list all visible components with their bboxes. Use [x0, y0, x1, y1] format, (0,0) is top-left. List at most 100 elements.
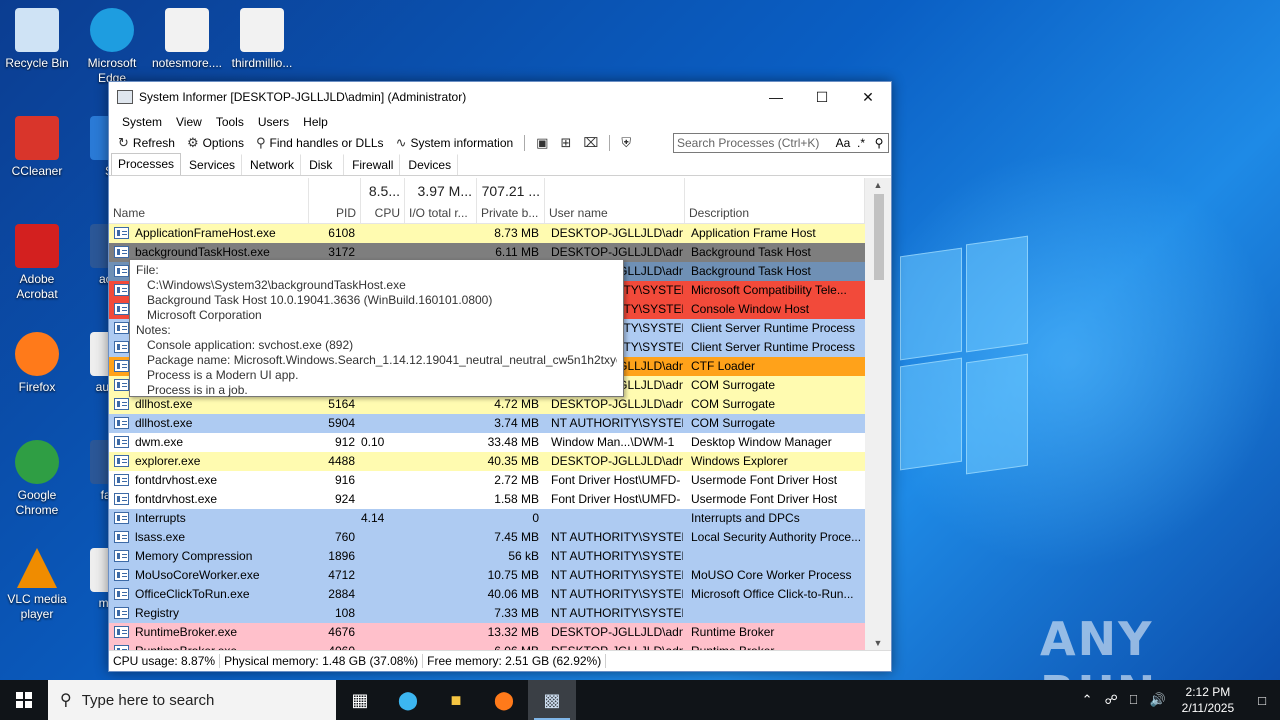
column-private-bytes[interactable]: 707.21 ... Private b...: [477, 178, 545, 224]
taskbar-firefox[interactable]: ⬤: [480, 680, 528, 720]
tab-firewall[interactable]: Firewall: [345, 154, 401, 175]
tab-processes[interactable]: Processes: [111, 153, 182, 175]
process-list: ⌃ Name PID 8.5... CPU 3.97 M... I/O tota…: [109, 178, 865, 650]
cell-priv: 6.06 MB: [477, 642, 539, 650]
cell-pid: 4676: [328, 625, 355, 639]
notifications-icon[interactable]: □: [1244, 693, 1280, 708]
table-row[interactable]: Interrupts 4.14 0 Interrupts and DPCs: [109, 509, 865, 528]
regex-button[interactable]: .*: [852, 136, 870, 150]
menu-system[interactable]: System: [115, 115, 169, 129]
taskbar-system-informer[interactable]: ▩: [528, 680, 576, 720]
tab-devices[interactable]: Devices: [401, 154, 459, 175]
table-row[interactable]: Memory Compression 1896 56 kB NT AUTHORITY\…: [109, 547, 865, 566]
menu-users[interactable]: Users: [251, 115, 296, 129]
desktop-icon[interactable]: Microsoft Edge: [75, 8, 149, 86]
security-button[interactable]: ⛨: [616, 133, 636, 153]
table-row[interactable]: explorer.exe 4488 40.35 MB DESKTOP-JGLLJLD\…: [109, 452, 865, 471]
taskbar-file-explorer[interactable]: ■: [432, 680, 480, 720]
desktop-icon[interactable]: notesmore....: [150, 8, 224, 71]
cell-cpu: 4.14: [361, 511, 385, 525]
tab-network[interactable]: Network: [243, 154, 302, 175]
table-row[interactable]: fontdrvhost.exe 916 2.72 MB Font Driver Hos…: [109, 471, 865, 490]
volume-icon[interactable]: 🔊: [1143, 692, 1171, 708]
tray-device-icon[interactable]: ☍: [1098, 692, 1123, 708]
desktop-icon[interactable]: thirdmillio...: [225, 8, 299, 71]
tab-services[interactable]: Services: [182, 154, 243, 175]
desktop-icon[interactable]: CCleaner: [0, 116, 74, 179]
cell-user: Font Driver Host\UMFD-: [551, 473, 681, 487]
task-view-button[interactable]: ▦: [336, 680, 384, 720]
table-row[interactable]: dllhost.exe 5904 3.74 MB NT AUTHORITY\SYSTE…: [109, 414, 865, 433]
menu-view[interactable]: View: [169, 115, 209, 129]
start-button[interactable]: [0, 680, 48, 720]
tray-overflow-icon[interactable]: ⌃: [1076, 692, 1099, 708]
process-tooltip: File: C:\Windows\System32\backgroundTask…: [129, 259, 624, 397]
vertical-scrollbar[interactable]: ▲ ▼: [865, 178, 891, 650]
tab-strip: Processes Services Network Disk Firewall…: [109, 153, 891, 176]
table-row[interactable]: MoUsoCoreWorker.exe 4712 10.75 MB NT AUTHOR…: [109, 566, 865, 585]
find-handles-button[interactable]: ⚲ Find handles or DLLs: [251, 133, 389, 153]
title-bar[interactable]: System Informer [DESKTOP-JGLLJLD\admin] …: [109, 82, 891, 112]
show-window-button[interactable]: ▣: [531, 133, 553, 153]
ccleaner-icon: [15, 116, 59, 160]
tooltip-version: Background Task Host 10.0.19041.3636 (Wi…: [147, 293, 493, 307]
cell-desc: COM Surrogate: [691, 416, 776, 430]
column-description[interactable]: Description: [685, 178, 865, 224]
menu-tools[interactable]: Tools: [209, 115, 251, 129]
minimize-button[interactable]: —: [753, 82, 799, 112]
cell-priv: 7.45 MB: [494, 530, 539, 544]
column-private-label: Private b...: [481, 206, 539, 220]
cell-user: NT AUTHORITY\SYSTEM: [551, 549, 683, 563]
column-name[interactable]: ⌃ Name: [109, 178, 309, 224]
maximize-button[interactable]: ☐: [799, 82, 845, 112]
find-window-icon: ⊞: [560, 135, 572, 150]
taskbar-edge[interactable]: ⬤: [384, 680, 432, 720]
table-row[interactable]: OfficeClickToRun.exe 2884 40.06 MB NT AUTHO…: [109, 585, 865, 604]
find-window-button[interactable]: ⊞: [555, 133, 576, 153]
table-row[interactable]: dwm.exe 912 0.10 33.48 MB Window Man...\DWM-…: [109, 433, 865, 452]
scroll-thumb[interactable]: [874, 194, 884, 280]
column-description-label: Description: [689, 206, 750, 220]
options-button[interactable]: ⚙ Options: [182, 133, 249, 153]
desktop-icon-label: Google Chrome: [15, 488, 59, 517]
menu-help[interactable]: Help: [296, 115, 335, 129]
column-io[interactable]: 3.97 M... I/O total r...: [405, 178, 477, 224]
table-row[interactable]: ApplicationFrameHost.exe 6108 8.73 MB DESKT…: [109, 224, 865, 243]
column-user-name[interactable]: User name: [545, 178, 685, 224]
process-icon: [114, 455, 129, 467]
cell-desc: COM Surrogate: [691, 397, 776, 411]
scroll-down-icon[interactable]: ▼: [865, 638, 891, 648]
table-row[interactable]: RuntimeBroker.exe4060 6.06 MB DESKTOP-JGLL…: [109, 642, 865, 650]
table-row[interactable]: lsass.exe 760 7.45 MB NT AUTHORITY\SYSTEM Lo…: [109, 528, 865, 547]
search-processes-input[interactable]: Search Processes (Ctrl+K) Aa .* ⚲: [673, 133, 889, 153]
desktop-icon[interactable]: Firefox: [0, 332, 74, 395]
cell-desc: Local Security Authority Proce...: [691, 530, 862, 544]
gear-icon: ⚙: [186, 135, 199, 150]
cell-priv: 40.35 MB: [487, 454, 539, 468]
desktop-icon[interactable]: Adobe Acrobat: [0, 224, 74, 302]
column-header-row: ⌃ Name PID 8.5... CPU 3.97 M... I/O tota…: [109, 178, 865, 224]
tab-disk[interactable]: Disk: [302, 154, 345, 175]
table-row[interactable]: RuntimeBroker.exe 4676 13.32 MB DESKTOP-JGL…: [109, 623, 865, 642]
close-button[interactable]: ✕: [845, 82, 891, 112]
desktop-icon[interactable]: Google Chrome: [0, 440, 74, 518]
search-icon[interactable]: ⚲: [870, 136, 888, 150]
column-io-total: 3.97 M...: [417, 183, 472, 199]
terminate-window-button[interactable]: ⌧: [578, 133, 603, 153]
scroll-up-icon[interactable]: ▲: [865, 180, 891, 190]
taskbar-search-box[interactable]: ⚲ Type here to search: [48, 680, 336, 720]
network-icon[interactable]: ⎕: [1124, 692, 1144, 708]
table-row[interactable]: Registry 108 7.33 MB NT AUTHORITY\SYSTEM: [109, 604, 865, 623]
cell-user: NT AUTHORITY\SYSTEM: [551, 606, 683, 620]
desktop-icon-label: notesmore....: [151, 56, 223, 70]
column-cpu[interactable]: 8.5... CPU: [361, 178, 405, 224]
cell-name: dllhost.exe: [135, 416, 193, 430]
column-pid[interactable]: PID: [309, 178, 361, 224]
desktop-icon[interactable]: VLC media player: [0, 548, 74, 622]
match-case-button[interactable]: Aa: [834, 136, 852, 150]
system-information-button[interactable]: ∿ System information: [391, 133, 519, 153]
table-row[interactable]: fontdrvhost.exe 924 1.58 MB Font Driver Hos…: [109, 490, 865, 509]
desktop-icon[interactable]: Recycle Bin: [0, 8, 74, 71]
refresh-button[interactable]: ↻ Refresh: [113, 133, 180, 153]
clock[interactable]: 2:12 PM 2/11/2025: [1172, 684, 1245, 716]
